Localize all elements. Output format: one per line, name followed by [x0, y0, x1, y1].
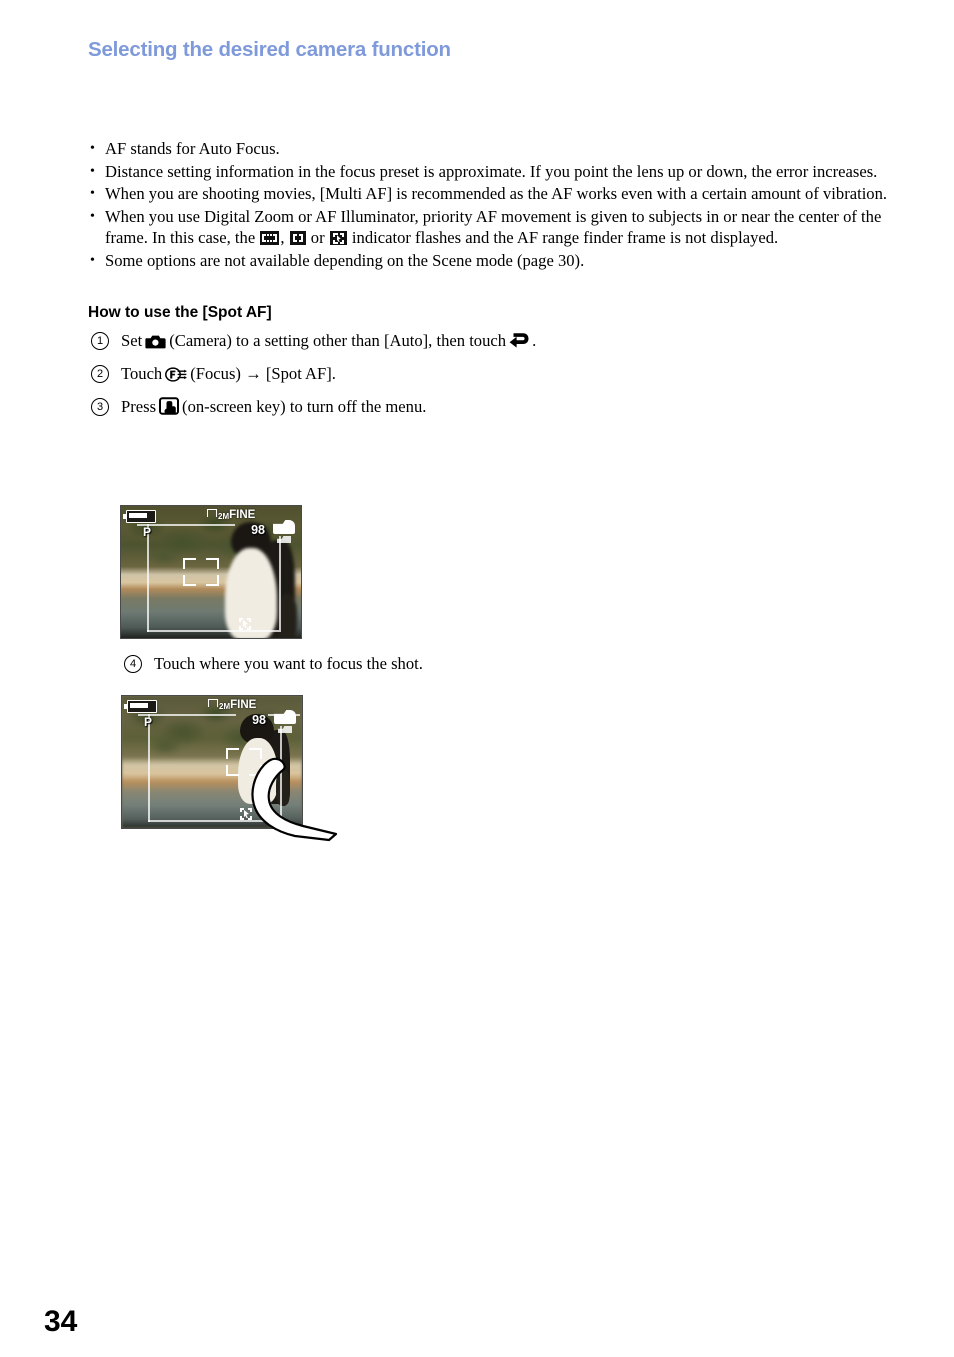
spot-af-indicator-icon — [329, 231, 347, 245]
step-text-part-1: Press — [121, 397, 157, 416]
image-quality-value: FINE — [230, 699, 257, 711]
step-text-part-3: . — [532, 331, 537, 350]
step-number: 3 — [91, 398, 109, 416]
recording-media-icon — [274, 710, 296, 724]
bullet-icon: • — [90, 208, 95, 224]
bullet-icon: • — [90, 163, 95, 179]
guide-line-left — [148, 714, 150, 822]
step-number: 2 — [91, 365, 109, 383]
multi-af-indicator-icon — [260, 231, 280, 245]
step-item-3: 3 Press (on-screen key) to turn off the m… — [88, 396, 888, 417]
bullet-icon: • — [90, 252, 95, 268]
image-size-value: 2M — [219, 702, 231, 711]
shots-remaining-label: 98 — [252, 713, 266, 727]
battery-full-icon — [124, 700, 157, 713]
focus-icon — [165, 367, 187, 382]
spot-af-frame-screenshot: P 2MFINE 98 — [120, 505, 302, 639]
shooting-mode-label: P — [143, 525, 152, 539]
step-text-part-3: [Spot AF]. — [265, 364, 336, 383]
note-item: • When you are shooting movies, [Multi A… — [88, 183, 888, 205]
image-quality-value: FINE — [229, 509, 256, 521]
section-heading: How to use the [Spot AF] — [88, 304, 272, 321]
bullet-icon: • — [90, 141, 95, 156]
battery-full-icon — [123, 510, 156, 523]
step-text-part-1: Touch where you want to focus the shot. — [154, 654, 423, 673]
step-item-1: 1 Set (Camera) to a setting other than [A… — [88, 330, 888, 351]
osd-overlay: P 2MFINE 98 — [122, 696, 302, 828]
arrow-glyph: → — [245, 364, 262, 383]
image-size-value: 2M — [218, 512, 230, 521]
camera-mode-icon — [145, 334, 166, 349]
note-text: AF stands for Auto Focus. — [105, 139, 280, 158]
spot-af-status-icon — [239, 618, 251, 630]
note-text: Some options are not available depending… — [105, 250, 585, 270]
step-text-part-2: (Camera) to a setting other than [Auto],… — [169, 331, 507, 350]
step-text-part-1: Touch — [121, 364, 163, 383]
guide-line-top — [137, 524, 235, 526]
guide-line-bottom — [147, 630, 279, 632]
guide-line-top — [138, 714, 236, 716]
spot-af-status-icon — [240, 808, 252, 820]
step-number: 4 — [124, 655, 142, 673]
shooting-mode-label: P — [144, 715, 153, 729]
step-item-4: 4 Touch where you want to focus the shot… — [121, 653, 881, 674]
spot-af-touch-screenshot: P 2MFINE 98 — [121, 695, 303, 829]
note-text: When you are shooting movies, [Multi AF]… — [105, 184, 888, 203]
on-screen-key-icon — [159, 397, 180, 415]
step-item-2: 2 Touch (Focus) → [Spot AF]. — [88, 363, 888, 384]
shots-remaining-label: 98 — [251, 523, 265, 537]
note-item: • Distance setting information in the fo… — [88, 161, 888, 183]
note-text: Distance setting information in the focu… — [105, 161, 878, 181]
image-size-box-icon — [207, 509, 217, 517]
page-number: 34 — [44, 1305, 78, 1338]
image-size-label: 2MFINE — [208, 699, 256, 711]
note-text-mid-1: , — [280, 228, 289, 247]
image-size-label: 2MFINE — [207, 509, 255, 521]
notes-list: • AF stands for Auto Focus. • Distance s… — [88, 138, 888, 271]
step-text-part-2: (Focus) — [190, 364, 241, 383]
note-text-after: indicator flashes and the AF range finde… — [347, 228, 779, 247]
running-head: Selecting the desired camera function — [88, 38, 451, 61]
guide-line-bottom — [148, 820, 280, 822]
return-arrow-icon — [509, 332, 529, 349]
af-range-finder-frame — [226, 748, 262, 776]
image-size-box-icon — [208, 699, 218, 707]
note-text-mid-2: or — [306, 228, 329, 247]
steps-list: 1 Set (Camera) to a setting other than [A… — [88, 330, 888, 417]
osd-overlay: P 2MFINE 98 — [121, 506, 301, 638]
af-range-finder-frame — [183, 558, 219, 586]
page-content: • AF stands for Auto Focus. • Distance s… — [88, 138, 888, 429]
guide-line-right — [279, 536, 281, 632]
step-text-part-2: (on-screen key) to turn off the menu. — [182, 397, 427, 416]
center-af-indicator-icon — [289, 231, 306, 245]
guide-line-left — [147, 524, 149, 632]
guide-line-right — [280, 726, 282, 822]
step-number: 1 — [91, 332, 109, 350]
note-item-with-icons: • When you use Digital Zoom or AF Illumin… — [88, 206, 888, 249]
note-item: • Some options are not available dependi… — [88, 250, 888, 272]
recording-media-icon — [273, 520, 295, 534]
step-text-part-1: Set — [121, 331, 143, 350]
note-item: • AF stands for Auto Focus. — [88, 138, 888, 160]
bullet-icon: • — [90, 186, 95, 201]
